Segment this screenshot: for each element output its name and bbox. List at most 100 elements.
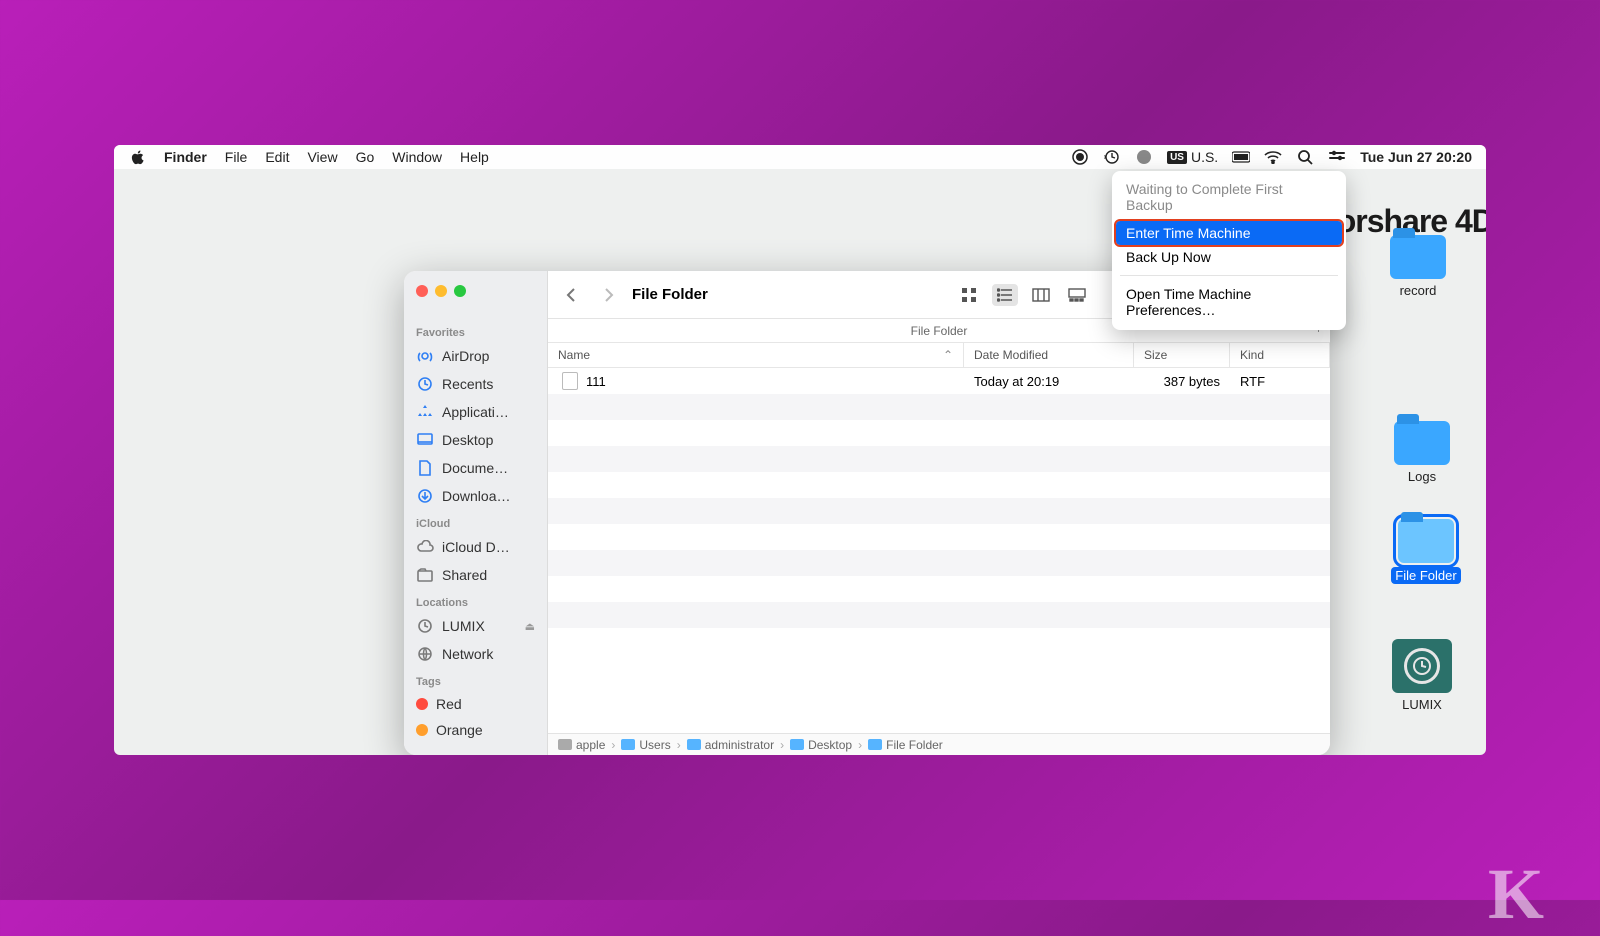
sidebar-item-airdrop[interactable]: AirDrop — [404, 342, 547, 370]
control-center-icon[interactable] — [1328, 148, 1346, 166]
eject-icon[interactable]: ⏏ — [525, 620, 535, 633]
table-row[interactable] — [548, 498, 1330, 524]
desktop-icon-label: LUMIX — [1402, 697, 1442, 712]
table-row[interactable] — [548, 576, 1330, 602]
forward-button[interactable] — [596, 283, 620, 307]
sidebar-item-label: Network — [442, 646, 493, 662]
menu-enter-time-machine[interactable]: Enter Time Machine — [1116, 221, 1342, 245]
back-button[interactable] — [560, 283, 584, 307]
window-controls — [404, 271, 547, 307]
finder-content: File Folder + Name⌃ Date Modified Size K… — [548, 319, 1330, 755]
menubar-clock[interactable]: Tue Jun 27 20:20 — [1360, 149, 1472, 165]
sidebar-item-icloudd[interactable]: iCloud D… — [404, 533, 547, 561]
desktop-icon — [416, 431, 434, 449]
column-kind[interactable]: Kind — [1230, 343, 1330, 367]
sidebar-item-downloa[interactable]: Downloa… — [404, 482, 547, 510]
sidebar-item-applicati[interactable]: Applicati… — [404, 398, 547, 426]
sidebar-item-label: Orange — [436, 722, 483, 738]
sidebar-item-recents[interactable]: Recents — [404, 370, 547, 398]
menu-window[interactable]: Window — [392, 149, 442, 165]
sidebar-item-label: Downloa… — [442, 488, 510, 504]
desktop-icon-label: record — [1400, 283, 1437, 298]
path-segment[interactable]: Users — [621, 738, 670, 752]
folder-icon — [868, 739, 882, 750]
shared-icon — [416, 566, 434, 584]
menu-open-preferences[interactable]: Open Time Machine Preferences… — [1112, 282, 1346, 322]
desktop-drive-lumix[interactable]: LUMIX — [1380, 639, 1464, 712]
table-row[interactable] — [548, 472, 1330, 498]
path-segment[interactable]: apple — [558, 738, 605, 752]
spotlight-icon[interactable] — [1296, 148, 1314, 166]
doc-icon — [416, 459, 434, 477]
menu-edit[interactable]: Edit — [265, 149, 289, 165]
desktop-folder-record[interactable]: record — [1376, 235, 1460, 298]
folder-icon — [1398, 519, 1454, 563]
menu-file[interactable]: File — [225, 149, 248, 165]
sidebar-item-red[interactable]: Red — [404, 691, 547, 717]
desktop-folder-logs[interactable]: Logs — [1380, 421, 1464, 484]
sidebar-item-label: Shared — [442, 567, 487, 583]
path-segment[interactable]: File Folder — [868, 738, 943, 752]
sidebar-item-label: Recents — [442, 376, 493, 392]
menu-back-up-now[interactable]: Back Up Now — [1112, 245, 1346, 269]
table-row[interactable]: 111Today at 20:19387 bytesRTF — [548, 368, 1330, 394]
input-source[interactable]: USU.S. — [1167, 149, 1218, 165]
sidebar-item-label: Red — [436, 696, 462, 712]
sidebar-item-lumix[interactable]: LUMIX⏏ — [404, 612, 547, 640]
menu-divider — [1120, 275, 1338, 276]
menu-view[interactable]: View — [307, 149, 337, 165]
sidebar-header: iCloud — [404, 510, 547, 533]
table-row[interactable] — [548, 550, 1330, 576]
table-row[interactable] — [548, 602, 1330, 628]
window-title: File Folder — [632, 286, 708, 303]
view-icons-button[interactable] — [956, 284, 982, 306]
file-icon — [562, 372, 578, 390]
disk-icon — [416, 617, 434, 635]
column-name[interactable]: Name⌃ — [548, 343, 964, 367]
apple-menu-icon[interactable] — [128, 148, 146, 166]
sidebar-item-network[interactable]: Network — [404, 640, 547, 668]
time-machine-icon[interactable] — [1103, 148, 1121, 166]
table-row[interactable] — [548, 394, 1330, 420]
wifi-icon[interactable] — [1264, 148, 1282, 166]
menu-go[interactable]: Go — [356, 149, 375, 165]
siri-icon[interactable] — [1135, 148, 1153, 166]
network-icon — [416, 645, 434, 663]
folder-icon — [1390, 235, 1446, 279]
zoom-button[interactable] — [454, 285, 466, 297]
minimize-button[interactable] — [435, 285, 447, 297]
finder-window: File Folder FavoritesAirDrop — [404, 271, 1330, 755]
sidebar-item-label: Desktop — [442, 432, 493, 448]
drive-icon — [1392, 639, 1452, 693]
sidebar-header: Locations — [404, 589, 547, 612]
table-row[interactable] — [548, 420, 1330, 446]
cloud-icon — [416, 538, 434, 556]
sidebar-item-docume[interactable]: Docume… — [404, 454, 547, 482]
desktop-folder-file-folder[interactable]: File Folder — [1384, 519, 1468, 584]
view-gallery-button[interactable] — [1064, 284, 1090, 306]
view-list-button[interactable] — [992, 284, 1018, 306]
menu-help[interactable]: Help — [460, 149, 489, 165]
folder-icon — [790, 739, 804, 750]
tab-file-folder[interactable]: File Folder — [911, 324, 968, 338]
column-date[interactable]: Date Modified — [964, 343, 1134, 367]
file-name: 111 — [586, 374, 606, 389]
disk-icon — [558, 739, 572, 750]
app-name[interactable]: Finder — [164, 149, 207, 165]
overlay-logo: K — [1488, 853, 1544, 936]
sidebar-item-shared[interactable]: Shared — [404, 561, 547, 589]
close-button[interactable] — [416, 285, 428, 297]
column-size[interactable]: Size — [1134, 343, 1230, 367]
view-columns-button[interactable] — [1028, 284, 1054, 306]
battery-icon[interactable] — [1232, 148, 1250, 166]
path-segment[interactable]: administrator — [687, 738, 774, 752]
sidebar-item-desktop[interactable]: Desktop — [404, 426, 547, 454]
sidebar-item-label: Docume… — [442, 460, 508, 476]
sidebar-item-orange[interactable]: Orange — [404, 717, 547, 743]
table-row[interactable] — [548, 524, 1330, 550]
table-row[interactable] — [548, 446, 1330, 472]
path-segment[interactable]: Desktop — [790, 738, 852, 752]
finder-sidebar: FavoritesAirDropRecentsApplicati…Desktop… — [404, 319, 548, 755]
chevron-right-icon: › — [677, 738, 681, 752]
screen-record-icon[interactable] — [1071, 148, 1089, 166]
